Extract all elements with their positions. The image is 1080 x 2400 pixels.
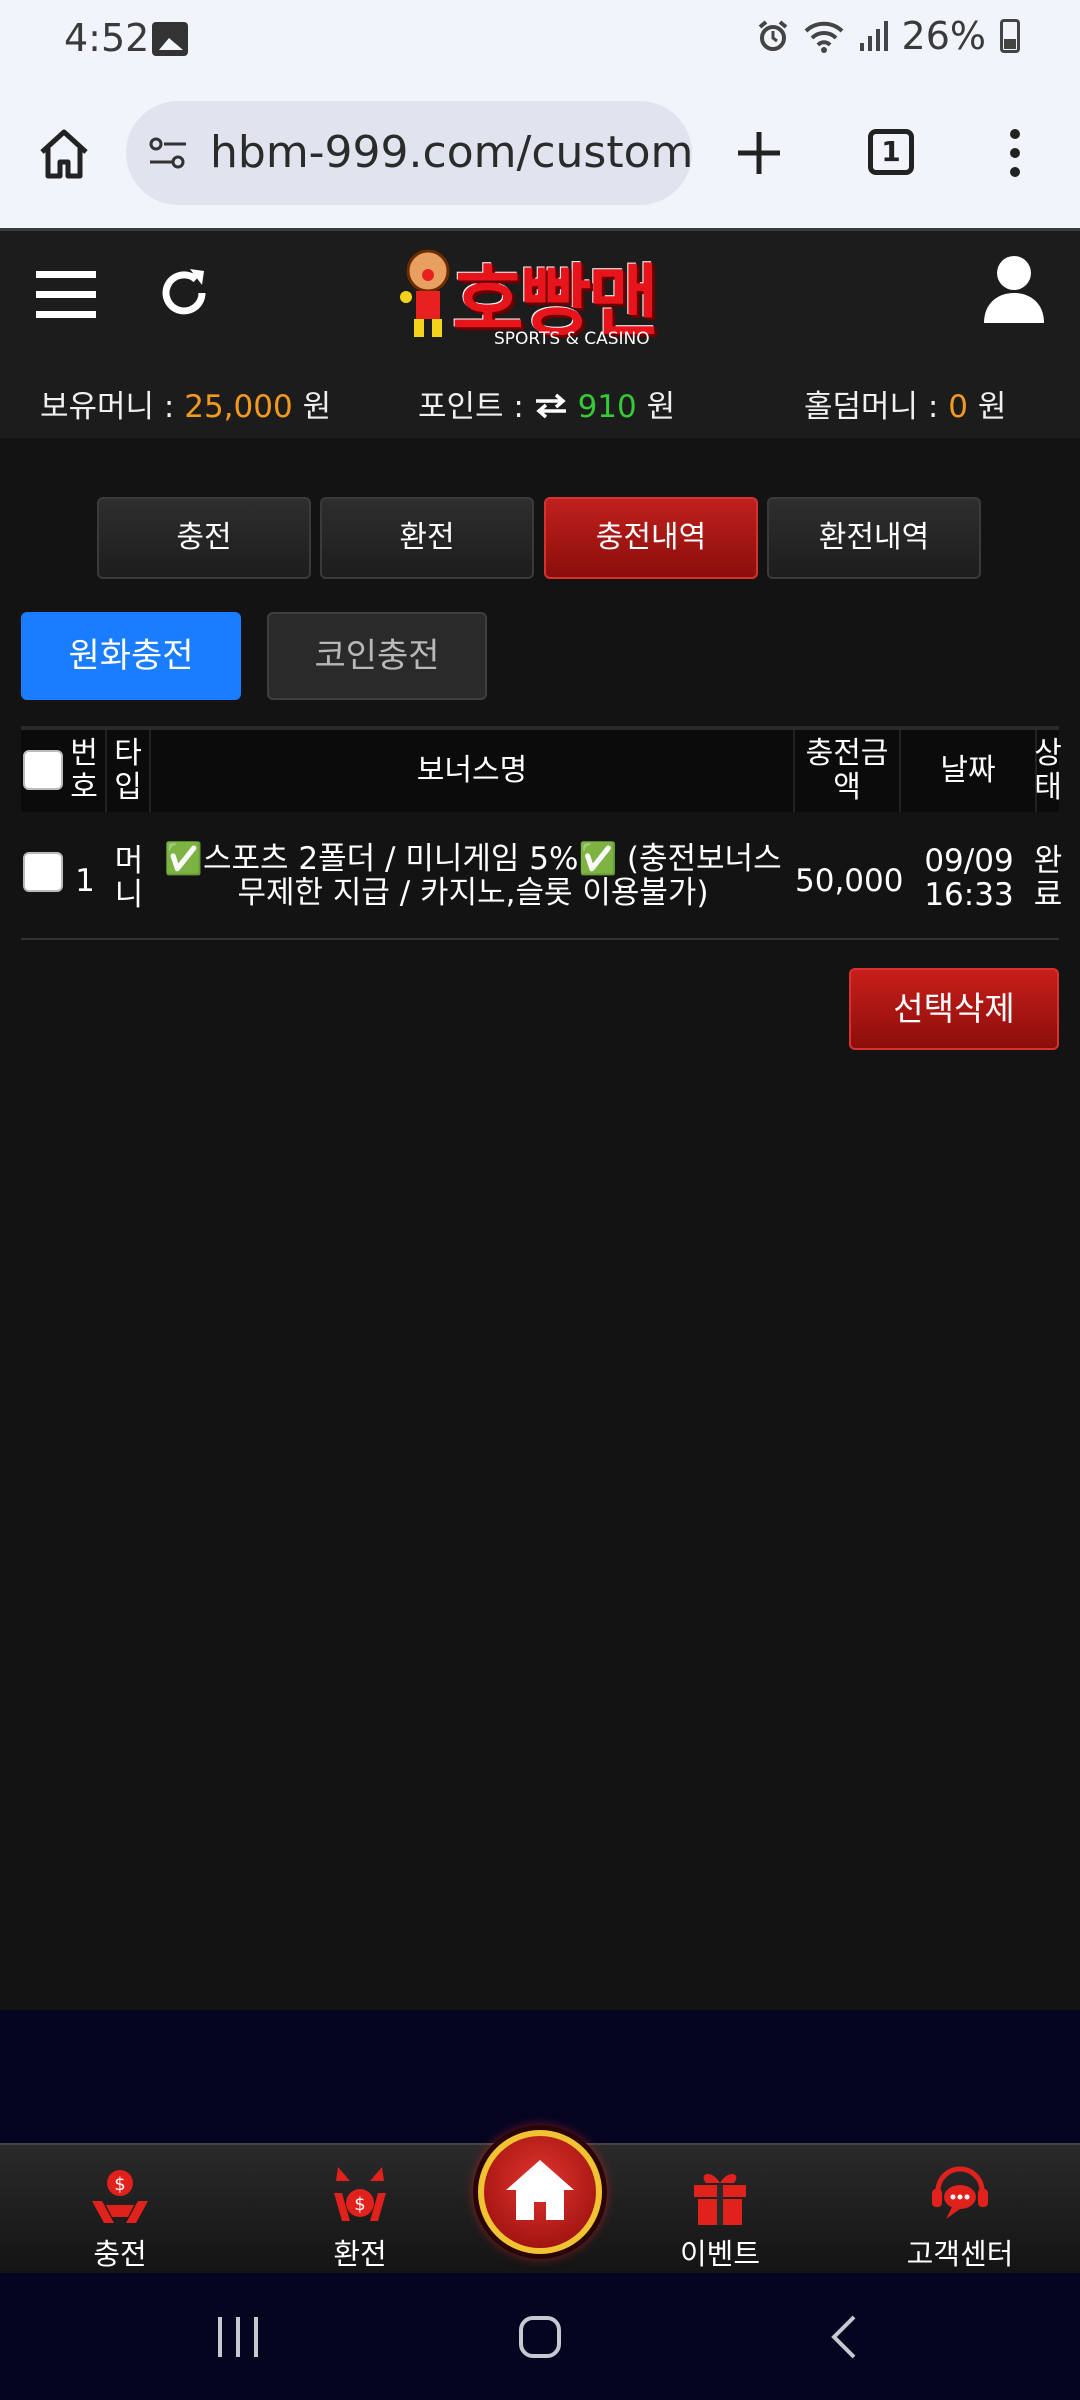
nav-event[interactable]: 이벤트 [640, 2163, 800, 2273]
convert-arrows-icon[interactable] [534, 393, 568, 419]
hamburger-menu-icon[interactable] [36, 269, 96, 321]
row-status: 완 료 [1033, 843, 1063, 913]
nav-support-label: 고객센터 [906, 2237, 1014, 2271]
logo-subtitle: SPORTS & CASINO [494, 329, 650, 349]
browser-toolbar: hbm-999.com/custom 1 [0, 78, 1080, 228]
nav-charge[interactable]: $ 충전 [40, 2163, 200, 2273]
home-icon [506, 2160, 574, 2220]
site-settings-icon[interactable] [148, 135, 188, 171]
history-table-header: 번 호 타 입 보너스명 충전금 액 날짜 상 태 [21, 726, 1062, 812]
more-menu-icon[interactable] [1008, 128, 1022, 178]
svg-text:$: $ [114, 2174, 125, 2195]
svg-text:$: $ [354, 2194, 365, 2215]
row-date: 09/09 16:33 [924, 843, 1014, 913]
gift-icon [694, 2173, 746, 2225]
browser-home-icon[interactable] [36, 126, 92, 180]
row-checkbox[interactable] [23, 852, 63, 892]
col-amount: 충전금 액 [795, 730, 901, 812]
tab-exchange[interactable]: 환전 [320, 497, 534, 579]
select-all-checkbox[interactable] [23, 750, 63, 790]
signal-icon [859, 21, 888, 51]
site-logo[interactable]: 호빵맨 SPORTS & CASINO [392, 239, 692, 357]
status-time: 4:52 [64, 16, 150, 60]
nav-exchange[interactable]: $ 환전 [280, 2163, 440, 2273]
wifi-icon [804, 21, 843, 53]
nav-support[interactable]: 고객센터 [880, 2163, 1040, 2273]
delete-selected-button[interactable]: 선택삭제 [849, 968, 1059, 1050]
nav-charge-label: 충전 [93, 2237, 147, 2271]
user-profile-icon[interactable] [982, 253, 1046, 325]
money-value: 25,000 [184, 389, 293, 425]
col-number: 번 호 [63, 730, 107, 812]
coin-charge-tab[interactable]: 코인충전 [267, 612, 487, 700]
col-bonus-name: 보너스명 [151, 730, 795, 812]
balance-bar: 보유머니 : 25,000 원 포인트 : 910 원 홀덤머니 : 0 원 [0, 371, 1080, 441]
row-bonus-name: ✅스포츠 2폴더 / 미니게임 5%✅ (충전보너스 무제한 지급 / 카지노,… [164, 841, 782, 911]
battery-percent: 26% [901, 14, 986, 58]
point-value: 910 [577, 389, 637, 425]
money-balance: 보유머니 : 25,000 원 [40, 389, 332, 425]
holdem-value: 0 [948, 389, 968, 425]
col-type: 타 입 [107, 730, 151, 812]
row-type: 머 니 [114, 843, 144, 913]
holdem-balance: 홀덤머니 : 0 원 [804, 389, 1007, 425]
row-number: 1 [75, 863, 95, 899]
site-header: 호빵맨 SPORTS & CASINO 보유머니 : 25,000 원 포인트 … [0, 228, 1080, 438]
home-button[interactable] [478, 2130, 602, 2254]
footer-band [0, 2010, 1080, 2146]
table-row[interactable]: 1 머 니 ✅스포츠 2폴더 / 미니게임 5%✅ (충전보너스 무제한 지급 … [21, 822, 1062, 940]
charge-icon: $ [92, 2170, 148, 2223]
tab-charge-history[interactable]: 충전내역 [544, 497, 758, 579]
tab-switcher-button[interactable]: 1 [868, 129, 914, 175]
alarm-icon [758, 20, 787, 51]
new-tab-icon[interactable] [736, 130, 782, 176]
url-bar[interactable]: hbm-999.com/custom [126, 101, 694, 205]
col-date: 날짜 [901, 730, 1037, 812]
status-bar: 4:52 26% [0, 0, 1080, 78]
tab-exchange-history[interactable]: 환전내역 [767, 497, 981, 579]
battery-icon [1000, 19, 1020, 53]
refresh-icon[interactable] [152, 261, 216, 325]
col-status: 상 태 [1034, 736, 1062, 805]
home-nav-icon[interactable] [518, 2315, 562, 2359]
nav-event-label: 이벤트 [679, 2237, 761, 2271]
mascot-icon [400, 249, 450, 337]
nav-exchange-label: 환전 [333, 2237, 387, 2271]
system-navigation-bar [0, 2273, 1080, 2400]
back-nav-icon[interactable] [828, 2315, 858, 2359]
point-balance[interactable]: 포인트 : 910 원 [418, 381, 675, 426]
tab-charge[interactable]: 충전 [97, 497, 311, 579]
url-text: hbm-999.com/custom [210, 127, 694, 178]
row-amount: 50,000 [795, 863, 904, 899]
image-notification-icon [152, 22, 188, 56]
exchange-icon: $ [334, 2167, 386, 2221]
krw-charge-tab[interactable]: 원화충전 [21, 612, 241, 700]
support-chat-icon [932, 2166, 988, 2219]
recent-apps-icon[interactable] [216, 2315, 260, 2359]
